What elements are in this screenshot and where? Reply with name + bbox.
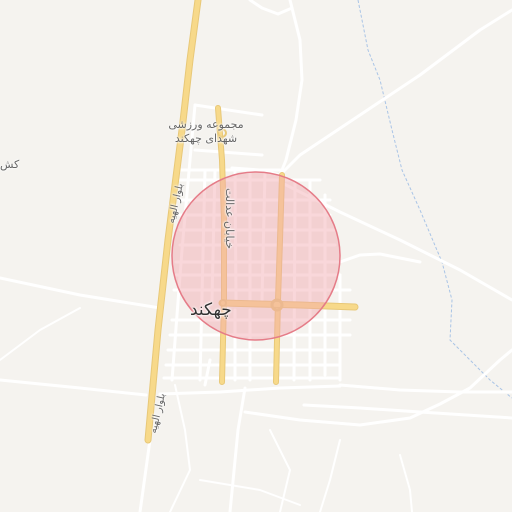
map-canvas[interactable] bbox=[0, 0, 512, 512]
sports-complex-label: مجموعه ورزشی شهدای چهکند bbox=[168, 118, 244, 146]
waterway bbox=[357, 0, 512, 399]
sports-complex-label-line2: شهدای چهکند bbox=[174, 132, 238, 145]
edge-place-label: کش bbox=[0, 158, 20, 171]
town-label: چهکند bbox=[190, 300, 232, 320]
map-view[interactable]: مجموعه ورزشی شهدای چهکند چهکند خیابان عد… bbox=[0, 0, 512, 512]
street-label: خیابان عدالت bbox=[223, 188, 236, 250]
sports-complex-label-line1: مجموعه ورزشی bbox=[168, 118, 244, 131]
